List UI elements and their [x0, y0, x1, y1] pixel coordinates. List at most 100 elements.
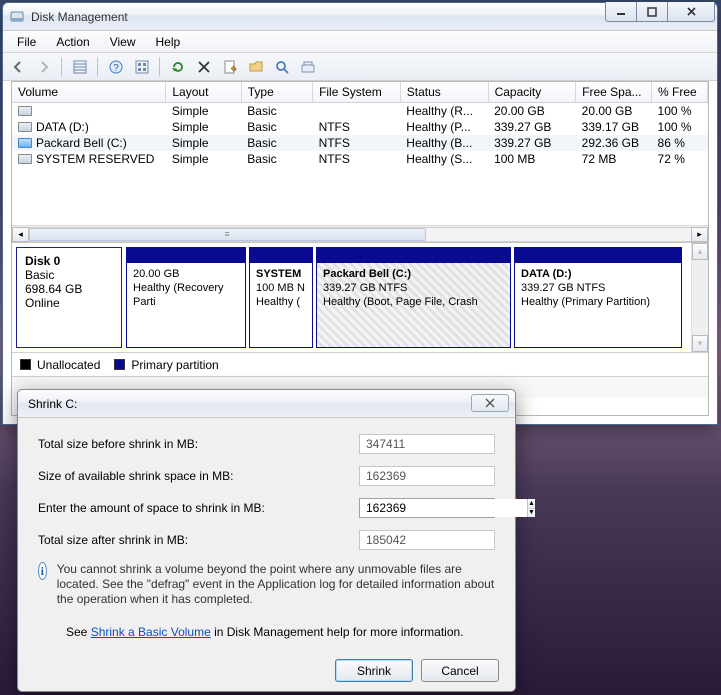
partition-block[interactable]: DATA (D:)339.27 GB NTFSHealthy (Primary …: [514, 247, 682, 348]
partition-name: DATA (D:): [521, 267, 675, 281]
partition-row: 20.00 GBHealthy (Recovery PartiSYSTEM100…: [124, 243, 691, 352]
close-button[interactable]: [667, 2, 715, 22]
partition-status: Healthy (: [256, 295, 306, 309]
table-row[interactable]: SimpleBasicHealthy (R...20.00 GB20.00 GB…: [12, 103, 708, 120]
dialog-buttons: Shrink Cancel: [18, 649, 515, 694]
window-controls: [606, 2, 715, 22]
view-list-button[interactable]: [69, 56, 91, 78]
refresh-button[interactable]: [167, 56, 189, 78]
col-pctfree[interactable]: % Free: [652, 82, 708, 103]
shrink-amount-spinner: ▲ ▼: [359, 498, 495, 518]
partition-size: 100 MB N: [256, 281, 306, 295]
partition-bar: [127, 248, 245, 263]
swatch-unallocated: [20, 359, 31, 370]
back-button[interactable]: [7, 56, 29, 78]
maximize-button[interactable]: [636, 2, 668, 22]
label-avail-shrink: Size of available shrink space in MB:: [38, 469, 359, 483]
disk-management-window: Disk Management File Action View Help ?: [2, 2, 718, 425]
partition-status: Healthy (Boot, Page File, Crash: [323, 295, 504, 309]
help-link[interactable]: Shrink a Basic Volume: [91, 625, 211, 639]
see-suffix: in Disk Management help for more informa…: [211, 625, 464, 639]
value-total-before: 347411: [359, 434, 495, 454]
minimize-button[interactable]: [605, 2, 637, 22]
disk-info[interactable]: Disk 0 Basic 698.64 GB Online: [16, 247, 122, 348]
legend: Unallocated Primary partition: [12, 352, 708, 376]
menubar: File Action View Help: [3, 31, 717, 53]
label-total-after: Total size after shrink in MB:: [38, 533, 359, 547]
settings-button[interactable]: [131, 56, 153, 78]
v-scrollbar[interactable]: ▴ ▾: [691, 243, 708, 352]
explore-button[interactable]: [297, 56, 319, 78]
value-total-after: 185042: [359, 530, 495, 550]
help-button[interactable]: ?: [105, 56, 127, 78]
shrink-button[interactable]: Shrink: [335, 659, 413, 682]
menu-file[interactable]: File: [7, 33, 46, 51]
col-fs[interactable]: File System: [313, 82, 401, 103]
scroll-down-button[interactable]: ▾: [692, 335, 708, 352]
disk-graph-pane: Disk 0 Basic 698.64 GB Online 20.00 GBHe…: [12, 242, 708, 352]
label-total-before: Total size before shrink in MB:: [38, 437, 359, 451]
col-freespace[interactable]: Free Spa...: [576, 82, 652, 103]
forward-button[interactable]: [33, 56, 55, 78]
scroll-right-button[interactable]: ▸: [691, 227, 708, 242]
v-scroll-track[interactable]: [692, 260, 708, 335]
partition-block[interactable]: Packard Bell (C:)339.27 GB NTFSHealthy (…: [316, 247, 511, 348]
scroll-thumb[interactable]: ≡: [29, 228, 426, 241]
scroll-up-button[interactable]: ▴: [692, 243, 708, 260]
properties-button[interactable]: [219, 56, 241, 78]
partition-bar: [317, 248, 510, 263]
info-icon: i: [38, 562, 47, 580]
col-volume[interactable]: Volume: [12, 82, 166, 103]
toolbar: ?: [3, 53, 717, 81]
scroll-track[interactable]: ≡: [29, 227, 691, 242]
volume-icon: [18, 138, 32, 148]
info-text: You cannot shrink a volume beyond the po…: [57, 562, 495, 607]
rescan-button[interactable]: [271, 56, 293, 78]
table-row[interactable]: Packard Bell (C:)SimpleBasicNTFSHealthy …: [12, 135, 708, 151]
partition-size: 339.27 GB NTFS: [521, 281, 675, 295]
cancel-button[interactable]: Cancel: [421, 659, 499, 682]
partition-block[interactable]: 20.00 GBHealthy (Recovery Parti: [126, 247, 246, 348]
partition-size: 339.27 GB NTFS: [323, 281, 504, 295]
volume-list-pane: Volume Layout Type File System Status Ca…: [12, 82, 708, 242]
scroll-left-button[interactable]: ◂: [12, 227, 29, 242]
partition-size: 20.00 GB: [133, 267, 239, 281]
partition-bar: [250, 248, 312, 263]
col-layout[interactable]: Layout: [166, 82, 241, 103]
table-row[interactable]: DATA (D:)SimpleBasicNTFSHealthy (P...339…: [12, 119, 708, 135]
partition-block[interactable]: SYSTEM100 MB NHealthy (: [249, 247, 313, 348]
menu-help[interactable]: Help: [146, 33, 191, 51]
shrink-amount-input[interactable]: [360, 499, 527, 517]
open-button[interactable]: [245, 56, 267, 78]
dialog-titlebar[interactable]: Shrink C:: [18, 390, 515, 418]
dialog-body: Total size before shrink in MB: 347411 S…: [18, 418, 515, 649]
see-prefix: See: [66, 625, 91, 639]
h-scrollbar[interactable]: ◂ ≡ ▸: [12, 225, 708, 242]
col-status[interactable]: Status: [400, 82, 488, 103]
swatch-primary: [114, 359, 125, 370]
col-capacity[interactable]: Capacity: [488, 82, 576, 103]
menu-action[interactable]: Action: [46, 33, 99, 51]
spinner-down-button[interactable]: ▼: [528, 509, 535, 518]
volume-icon: [18, 106, 32, 116]
partition-status: Healthy (Primary Partition): [521, 295, 675, 309]
separator: [159, 57, 161, 77]
delete-button[interactable]: [193, 56, 215, 78]
shrink-dialog: Shrink C: Total size before shrink in MB…: [17, 389, 516, 692]
content-area: Volume Layout Type File System Status Ca…: [11, 81, 709, 416]
titlebar[interactable]: Disk Management: [3, 3, 717, 31]
volume-icon: [18, 154, 32, 164]
menu-view[interactable]: View: [100, 33, 146, 51]
legend-unallocated: Unallocated: [37, 358, 100, 372]
disk-name: Disk 0: [25, 254, 113, 268]
disk-size: 698.64 GB: [25, 282, 113, 296]
spinner-up-button[interactable]: ▲: [528, 499, 535, 509]
table-row[interactable]: SYSTEM RESERVEDSimpleBasicNTFSHealthy (S…: [12, 151, 708, 167]
help-line: See Shrink a Basic Volume in Disk Manage…: [66, 625, 495, 639]
volume-table: Volume Layout Type File System Status Ca…: [12, 82, 708, 167]
partition-bar: [515, 248, 681, 263]
partition-name: SYSTEM: [256, 267, 306, 281]
col-type[interactable]: Type: [241, 82, 312, 103]
dialog-close-button[interactable]: [471, 394, 509, 412]
label-shrink-amount: Enter the amount of space to shrink in M…: [38, 501, 359, 515]
